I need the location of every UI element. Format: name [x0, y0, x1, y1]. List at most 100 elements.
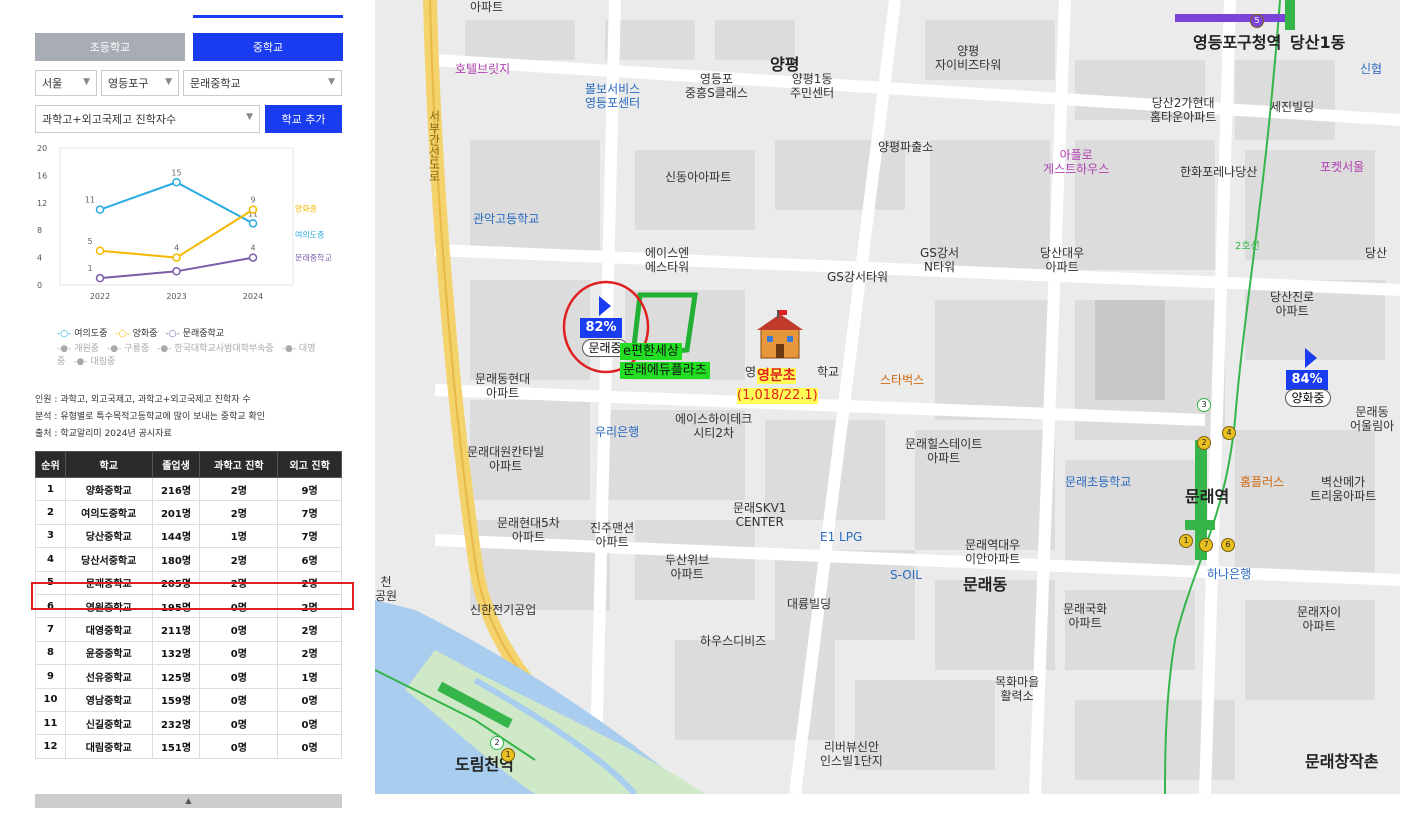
- map-view[interactable]: 아파트 호텔브릿지 볼보서비스 영등포센터 영등포 중흥S클래스 양평1동 주민센터 양평…: [375, 0, 1400, 794]
- table-row[interactable]: 10 영남중학교 159명 0명 0명: [35, 687, 342, 712]
- map-place-label[interactable]: 볼보서비스 영등포센터: [585, 82, 640, 110]
- map-place-label[interactable]: E1 LPG: [820, 530, 862, 544]
- map-place-label[interactable]: 문래자이 아파트: [1297, 605, 1341, 633]
- map-place-label[interactable]: S-OIL: [890, 568, 922, 582]
- map-place-label[interactable]: 에이스하이테크 시티2차: [675, 412, 752, 440]
- map-place-label[interactable]: 서부간선도로: [427, 110, 441, 182]
- map-place-label[interactable]: 문래동 어울림아: [1350, 405, 1394, 433]
- map-place-label[interactable]: 대륭빌딩: [787, 597, 831, 611]
- map-place-label[interactable]: 리버뷰신안 인스빌1단지: [820, 740, 883, 768]
- column-header[interactable]: 졸업생: [151, 451, 201, 478]
- map-place-label[interactable]: 문래역: [1185, 489, 1229, 505]
- map-place-label[interactable]: 2호선: [1235, 240, 1260, 254]
- map-place-label[interactable]: 문래역대우 이안아파트: [965, 538, 1020, 566]
- map-place-label[interactable]: 양평파출소: [878, 140, 933, 154]
- map-place-label[interactable]: 양평 자이비즈타워: [935, 44, 1001, 72]
- map-place-label[interactable]: 벽산메가 트리움아파트: [1310, 475, 1376, 503]
- map-place-label[interactable]: 당산대우 아파트: [1040, 246, 1084, 274]
- school-select[interactable]: 문래중학교 ▼: [183, 70, 342, 96]
- district-select[interactable]: 영등포구 ▼: [101, 70, 179, 96]
- map-place-label[interactable]: 문래대원칸타빌 아파트: [467, 445, 544, 473]
- map-place-label[interactable]: 호텔브릿지: [455, 62, 510, 76]
- table-row[interactable]: 4 당산서중학교 180명 2명 6명: [35, 547, 342, 572]
- map-place-label[interactable]: 문래창작촌: [1305, 754, 1379, 770]
- map-place-label[interactable]: 우리은행: [595, 425, 639, 439]
- map-place-label[interactable]: 당산1동: [1290, 35, 1345, 51]
- map-place-label[interactable]: 문래동현대 아파트: [475, 372, 530, 400]
- map-place-label[interactable]: 문래현대5차 아파트: [497, 516, 560, 544]
- table-row[interactable]: 11 신길중학교 232명 0명 0명: [35, 710, 342, 736]
- map-place-label[interactable]: 관악고등학교: [473, 212, 539, 226]
- column-header[interactable]: 학교: [64, 451, 153, 478]
- legend-item[interactable]: -●- 개원중: [57, 344, 99, 354]
- map-place-label[interactable]: 포켓서울: [1320, 160, 1364, 174]
- legend-item[interactable]: -○- 양화중: [115, 329, 157, 339]
- map-place-label[interactable]: 문래힐스테이트 아파트: [905, 437, 982, 465]
- chevron-down-icon: ▼: [83, 77, 90, 87]
- table-row[interactable]: 1 양화중학교 216명 2명 9명: [35, 476, 342, 502]
- legend-item[interactable]: -●- 구룡중: [107, 344, 149, 354]
- academy-label-1[interactable]: e편한세상: [620, 343, 682, 360]
- column-header[interactable]: 순위: [35, 451, 66, 478]
- school-name-label[interactable]: 영문초: [757, 368, 796, 384]
- map-place-label[interactable]: 하나은행: [1207, 567, 1251, 581]
- map-place-label[interactable]: GS강서 N타워: [920, 246, 959, 274]
- map-place-label[interactable]: 신동아아파트: [665, 170, 731, 184]
- map-place-label[interactable]: 영등포 중흥S클래스: [685, 72, 748, 100]
- yanghwa-pct-badge[interactable]: 84%: [1286, 370, 1328, 390]
- map-place-label[interactable]: 목화마을 활력소: [995, 675, 1039, 703]
- map-place-label[interactable]: 신한전기공업: [470, 603, 536, 617]
- map-place-label[interactable]: 학교: [817, 365, 839, 379]
- map-place-label[interactable]: 문래동: [963, 577, 1007, 593]
- map-place-label[interactable]: 아플로 게스트하우스: [1043, 148, 1109, 176]
- map-place-label[interactable]: 양평: [770, 57, 799, 73]
- left-panel: 초등학교 중학교 서울 ▼ 영등포구 ▼ 문래중학교 ▼ 과학고+외고국제고 진학자수…: [0, 0, 362, 828]
- map-place-label[interactable]: 양평1동 주민센터: [790, 72, 834, 100]
- map-place-label[interactable]: 문래SKV1 CENTER: [733, 501, 786, 529]
- school-building-icon[interactable]: [755, 308, 805, 360]
- tab-elementary[interactable]: 초등학교: [35, 33, 185, 61]
- yanghwa-name-tag[interactable]: 양화중: [1285, 389, 1331, 407]
- metric-select[interactable]: 과학고+외고국제고 진학자수 ▼: [35, 105, 260, 133]
- map-place-label[interactable]: 문래국화 아파트: [1063, 602, 1107, 630]
- munrae-pct-badge[interactable]: 82%: [580, 318, 622, 338]
- add-school-button[interactable]: 학교 추가: [265, 105, 342, 133]
- table-row[interactable]: 2 여의도중학교 201명 2명 7명: [35, 500, 342, 525]
- table-row[interactable]: 9 선유중학교 125명 0명 1명: [35, 664, 342, 689]
- table-row[interactable]: 3 당산중학교 144명 1명 7명: [35, 523, 342, 549]
- tab-middle[interactable]: 중학교: [193, 33, 343, 61]
- map-place-label[interactable]: 두산위브 아파트: [665, 553, 709, 581]
- y-tick-label: 16: [37, 171, 47, 180]
- table-row[interactable]: 7 대영중학교 211명 0명 2명: [35, 617, 342, 642]
- legend-item[interactable]: -○- 여의도중: [57, 329, 107, 339]
- academy-label-2[interactable]: 문래에듀플라츠: [620, 362, 710, 379]
- table-row[interactable]: 8 윤중중학교 132명 0명 2명: [35, 640, 342, 666]
- map-place-label[interactable]: 영: [745, 365, 756, 379]
- scroll-up-button[interactable]: ▲: [35, 794, 342, 808]
- map-place-label[interactable]: 당산2가현대 홈타운아파트: [1150, 96, 1216, 124]
- map-place-label[interactable]: 세진빌딩: [1270, 100, 1314, 114]
- column-header[interactable]: 외고 진학: [277, 451, 342, 478]
- map-place-label[interactable]: 홈플러스: [1240, 475, 1284, 489]
- legend-item[interactable]: -●- 한국대학교사범대학부속중: [157, 344, 274, 354]
- map-place-label[interactable]: 당산: [1365, 246, 1387, 260]
- city-select[interactable]: 서울 ▼: [35, 70, 97, 96]
- legend-item[interactable]: -●- 대림중: [73, 357, 115, 367]
- column-header[interactable]: 과학고 진학: [199, 451, 279, 478]
- map-place-label[interactable]: 영등포구청역: [1193, 35, 1281, 51]
- map-place-label[interactable]: 천 공원: [375, 575, 397, 603]
- map-place-label[interactable]: 신협: [1360, 62, 1382, 76]
- map-place-label[interactable]: 하우스디비즈: [700, 634, 766, 648]
- map-place-label[interactable]: 당산진로 아파트: [1270, 290, 1314, 318]
- map-place-label[interactable]: GS강서타워: [827, 270, 888, 284]
- table-cell: 3: [35, 523, 66, 549]
- map-place-label[interactable]: 아파트: [470, 0, 503, 14]
- legend-item[interactable]: -○- 문래중학교: [165, 329, 224, 339]
- table-cell: 대림중학교: [64, 734, 153, 759]
- map-place-label[interactable]: 문래초등학교: [1065, 475, 1131, 489]
- map-place-label[interactable]: 스타벅스: [880, 373, 924, 387]
- map-place-label[interactable]: 진주맨션 아파트: [590, 521, 634, 549]
- map-place-label[interactable]: 에이스엔 에스타워: [645, 246, 689, 274]
- map-place-label[interactable]: 한화포레나당산: [1180, 165, 1257, 179]
- table-row[interactable]: 12 대림중학교 151명 0명 0명: [35, 734, 342, 759]
